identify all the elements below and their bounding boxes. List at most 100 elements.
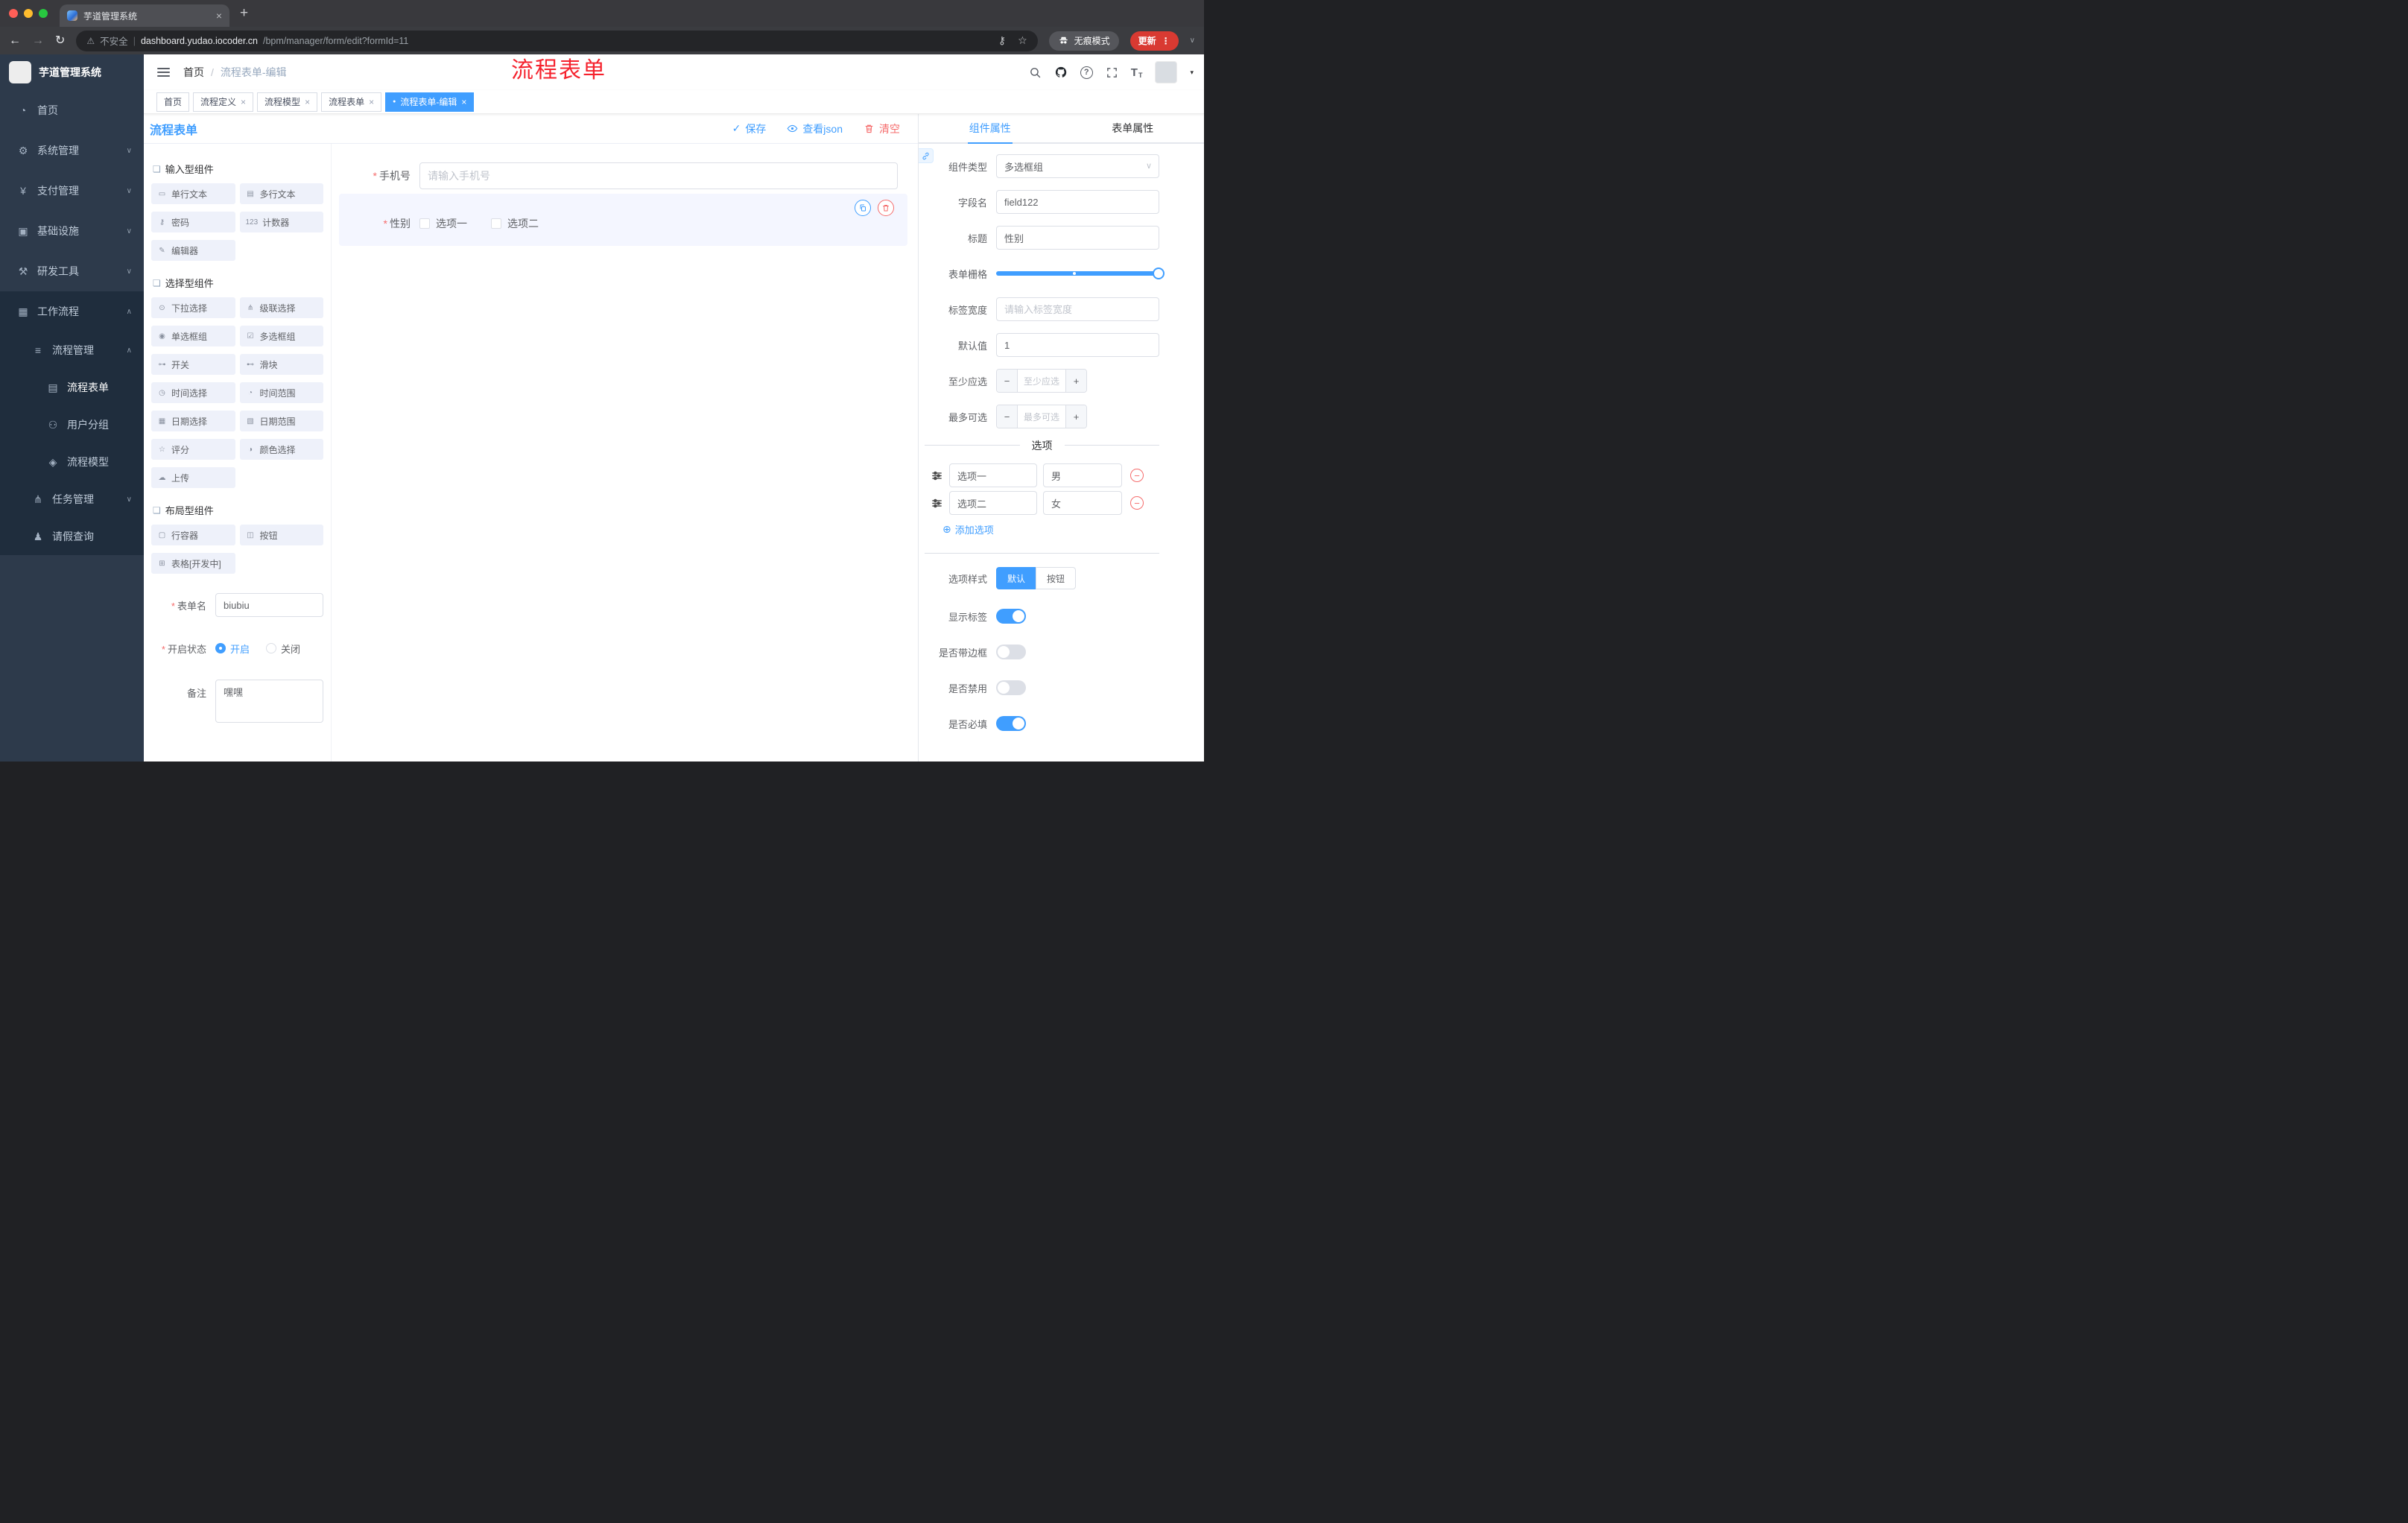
drag-handle-icon[interactable] bbox=[931, 469, 943, 482]
palette-component[interactable]: ✎ 编辑器 bbox=[151, 240, 235, 261]
toggle-switch[interactable] bbox=[996, 609, 1026, 624]
copy-component-button[interactable] bbox=[855, 200, 871, 216]
toggle-switch[interactable] bbox=[996, 680, 1026, 695]
sidebar-item[interactable]: ▤ 流程表单 bbox=[0, 369, 144, 406]
breadcrumb-home[interactable]: 首页 bbox=[183, 65, 204, 80]
palette-component[interactable]: ☑ 多选框组 bbox=[239, 326, 323, 346]
window-zoom-button[interactable] bbox=[39, 9, 48, 18]
component-type-select[interactable]: ∨ bbox=[996, 154, 1159, 178]
status-off-radio[interactable]: 关闭 bbox=[266, 642, 300, 656]
fullscreen-icon[interactable] bbox=[1106, 66, 1118, 79]
sidebar-item[interactable]: ⚙ 系统管理 ∨ bbox=[0, 130, 144, 171]
palette-component[interactable]: ▢ 行容器 bbox=[151, 525, 235, 545]
palette-component[interactable]: ☆ 评分 bbox=[151, 439, 235, 460]
title-input[interactable] bbox=[996, 226, 1159, 250]
reload-icon[interactable]: ↻ bbox=[55, 34, 65, 47]
option-value-input[interactable] bbox=[1043, 491, 1122, 515]
bookmark-star-icon[interactable]: ☆ bbox=[1018, 34, 1027, 47]
gender-option-checkbox[interactable]: 选项二 bbox=[491, 216, 539, 231]
add-option-button[interactable]: ⊕ 添加选项 bbox=[942, 522, 1159, 536]
increase-button[interactable]: + bbox=[1065, 370, 1086, 392]
decrease-button[interactable]: − bbox=[997, 370, 1018, 392]
palette-component[interactable]: ▤ 多行文本 bbox=[239, 183, 323, 204]
tab-item[interactable]: 流程定义 × bbox=[193, 92, 254, 112]
decrease-button[interactable]: − bbox=[997, 405, 1018, 428]
palette-component[interactable]: ☁ 上传 bbox=[151, 467, 235, 488]
collapse-menu-button[interactable] bbox=[157, 68, 170, 77]
back-icon[interactable]: ← bbox=[9, 34, 21, 47]
remove-option-button[interactable]: − bbox=[1130, 469, 1144, 482]
form-name-input[interactable] bbox=[215, 593, 323, 617]
sidebar-item[interactable]: ◔ 首页 bbox=[0, 90, 144, 130]
tab-item[interactable]: 首页 bbox=[156, 92, 190, 112]
palette-component[interactable]: ⊶ 开关 bbox=[151, 354, 235, 375]
min-select-value[interactable]: 至少应选 bbox=[1018, 370, 1065, 392]
palette-component[interactable]: ▧ 日期范围 bbox=[239, 411, 323, 431]
font-size-icon[interactable]: T T bbox=[1131, 66, 1143, 79]
palette-component[interactable]: ◉ 单选框组 bbox=[151, 326, 235, 346]
search-icon[interactable] bbox=[1029, 66, 1042, 79]
tab-form-props[interactable]: 表单属性 bbox=[1062, 114, 1205, 142]
window-close-button[interactable] bbox=[9, 9, 18, 18]
tab-close-icon[interactable]: × bbox=[305, 97, 310, 107]
view-json-button[interactable]: 查看json bbox=[787, 121, 843, 136]
sidebar-item[interactable]: ▦ 工作流程 ∧ bbox=[0, 291, 144, 332]
palette-component[interactable]: ⊙ 下拉选择 bbox=[151, 297, 235, 318]
sidebar-item[interactable]: ◈ 流程模型 bbox=[0, 443, 144, 481]
delete-component-button[interactable] bbox=[878, 200, 894, 216]
forward-icon[interactable]: → bbox=[32, 34, 44, 47]
grid-slider[interactable] bbox=[996, 262, 1165, 285]
address-bar[interactable]: ⚠ 不安全 | dashboard.yudao.iocoder.cn /bpm/… bbox=[76, 30, 1038, 51]
window-minimize-button[interactable] bbox=[24, 9, 33, 18]
option-value-input[interactable] bbox=[1043, 463, 1122, 487]
style-button-button[interactable]: 按钮 bbox=[1036, 567, 1077, 589]
tab-close-icon[interactable]: × bbox=[216, 10, 222, 22]
new-tab-button[interactable]: + bbox=[240, 5, 248, 22]
tab-close-icon[interactable]: × bbox=[461, 97, 466, 107]
component-type-value[interactable] bbox=[996, 154, 1159, 178]
default-value-input[interactable] bbox=[996, 333, 1159, 357]
palette-component[interactable]: ◑ 颜色选择 bbox=[239, 439, 323, 460]
selected-component-block[interactable]: * 性别 选项一 选项二 bbox=[339, 194, 907, 246]
sidebar-item[interactable]: ¥ 支付管理 ∨ bbox=[0, 171, 144, 211]
toggle-switch[interactable] bbox=[996, 645, 1026, 659]
save-button[interactable]: ✓ 保存 bbox=[732, 121, 767, 136]
style-default-button[interactable]: 默认 bbox=[996, 567, 1037, 589]
palette-component[interactable]: 123 计数器 bbox=[239, 212, 323, 232]
palette-component[interactable]: ◷ 时间选择 bbox=[151, 382, 235, 403]
tab-close-icon[interactable]: × bbox=[241, 97, 246, 107]
sidebar-item[interactable]: ⚇ 用户分组 bbox=[0, 406, 144, 443]
drag-handle-icon[interactable] bbox=[931, 497, 943, 510]
phone-input[interactable] bbox=[419, 162, 898, 189]
option-name-input[interactable] bbox=[949, 491, 1037, 515]
browser-update-button[interactable]: 更新 ⋮ bbox=[1129, 31, 1179, 51]
sidebar-item[interactable]: ▣ 基础设施 ∨ bbox=[0, 211, 144, 251]
option-name-input[interactable] bbox=[949, 463, 1037, 487]
increase-button[interactable]: + bbox=[1065, 405, 1086, 428]
label-width-input[interactable] bbox=[996, 297, 1159, 321]
palette-component[interactable]: ⊷ 滑块 bbox=[239, 354, 323, 375]
form-remark-textarea[interactable]: 嘿嘿 bbox=[215, 680, 323, 723]
password-key-icon[interactable]: ⚷ bbox=[998, 34, 1006, 47]
remove-option-button[interactable]: − bbox=[1130, 496, 1144, 510]
field-name-input[interactable] bbox=[996, 190, 1159, 214]
clear-button[interactable]: 清空 bbox=[864, 121, 900, 136]
palette-component[interactable]: ▦ 日期选择 bbox=[151, 411, 235, 431]
browser-menu-icon[interactable]: ⋮ bbox=[1162, 36, 1170, 46]
sidebar-item[interactable]: ⚒ 研发工具 ∨ bbox=[0, 251, 144, 291]
palette-component[interactable]: ⚷ 密码 bbox=[151, 212, 235, 232]
tab-item[interactable]: 流程表单 × bbox=[321, 92, 382, 112]
sidebar-item[interactable]: ≡ 流程管理 ∧ bbox=[0, 332, 144, 369]
tab-item[interactable]: ● 流程表单-编辑 × bbox=[385, 92, 475, 112]
doc-link-button[interactable] bbox=[919, 148, 934, 163]
palette-component[interactable]: ⋔ 级联选择 bbox=[239, 297, 323, 318]
browser-tab[interactable]: 芋道管理系统 × bbox=[60, 4, 229, 27]
palette-component[interactable]: ◔ 时间范围 bbox=[239, 382, 323, 403]
slider-handle[interactable] bbox=[1153, 267, 1165, 279]
tab-component-props[interactable]: 组件属性 bbox=[919, 114, 1062, 142]
help-icon[interactable]: ? bbox=[1080, 66, 1093, 79]
sidebar-item[interactable]: ♟ 请假查询 bbox=[0, 518, 144, 555]
avatar-caret-icon[interactable]: ▾ bbox=[1190, 69, 1194, 77]
palette-component[interactable]: ⊞ 表格[开发中] bbox=[151, 553, 235, 574]
max-select-value[interactable]: 最多可选 bbox=[1018, 405, 1065, 428]
